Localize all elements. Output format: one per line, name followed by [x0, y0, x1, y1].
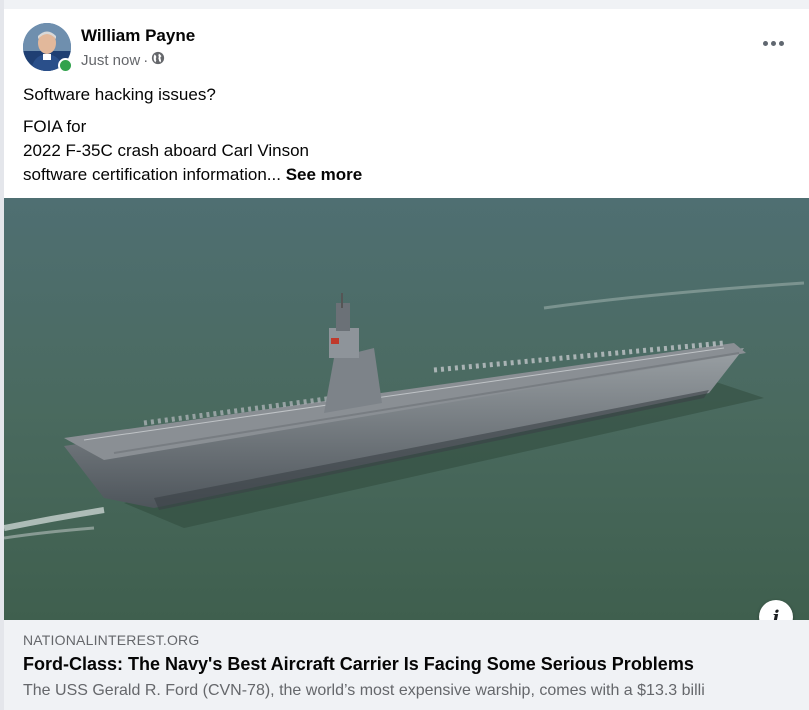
link-preview-image[interactable] — [4, 198, 809, 620]
post-timestamp[interactable]: Just now — [81, 52, 140, 69]
post-line-4: software certification information... — [23, 165, 281, 184]
link-title[interactable]: Ford-Class: The Navy's Best Aircraft Car… — [23, 654, 694, 675]
more-dot — [778, 40, 784, 46]
post-line-4-wrap: software certification information... Se… — [23, 163, 783, 187]
post-body: Software hacking issues? FOIA for 2022 F… — [23, 83, 783, 187]
author-avatar[interactable] — [23, 23, 73, 73]
link-description: The USS Gerald R. Ford (CVN-78), the wor… — [23, 682, 705, 699]
post-meta: Just now · — [81, 51, 165, 69]
link-preview-caption[interactable]: NATIONALINTEREST.ORG Ford-Class: The Nav… — [4, 620, 809, 710]
post-line-3: 2022 F-35C crash aboard Carl Vinson — [23, 141, 310, 160]
post-line-2: FOIA for — [23, 117, 87, 136]
author-name[interactable]: William Payne — [81, 26, 195, 46]
link-domain: NATIONALINTEREST.ORG — [23, 632, 200, 648]
see-more-link[interactable]: See more — [286, 165, 363, 184]
aircraft-carrier-photo — [4, 198, 809, 620]
globe-icon[interactable] — [151, 51, 165, 69]
meta-separator: · — [143, 51, 149, 69]
more-dot — [770, 40, 776, 46]
more-horizontal-icon — [762, 40, 768, 46]
post-card: William Payne Just now · Software hackin… — [4, 9, 809, 710]
post-header: William Payne Just now · — [4, 9, 809, 89]
online-status-dot — [58, 58, 73, 73]
post-line-1: Software hacking issues? — [23, 85, 216, 104]
more-options-button[interactable] — [757, 31, 789, 55]
